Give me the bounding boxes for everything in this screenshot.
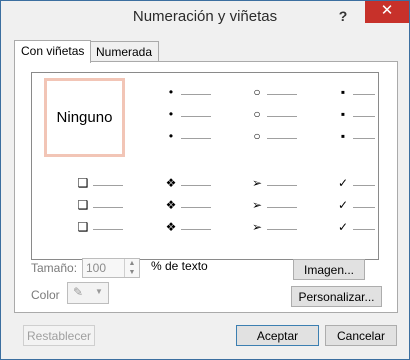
spin-down-icon[interactable]: ▼	[125, 268, 139, 277]
close-button[interactable]: ✕	[365, 1, 409, 23]
square-bullet-icon: ▪	[340, 85, 346, 99]
bullet-line: ○	[250, 85, 300, 100]
bullet-line: ❑	[76, 176, 126, 191]
size-suffix: % de texto	[151, 259, 208, 273]
bullet-line: ❖	[164, 220, 214, 235]
bullet-line: •	[164, 85, 214, 100]
size-label: Tamaño:	[31, 261, 78, 275]
bullet-line: ➢	[250, 198, 300, 213]
checkmark-bullet-icon: ✓	[337, 220, 349, 234]
reset-button[interactable]: Restablecer	[23, 325, 95, 346]
arrowhead-bullet-icon: ➢	[251, 220, 263, 234]
cancel-button[interactable]: Cancelar	[325, 325, 397, 346]
hollow-square-bullet-icon: ❑	[77, 198, 89, 212]
small-dot-bullet-icon: •	[168, 85, 174, 99]
bullet-option-diamond[interactable]: ❖ ❖ ❖	[164, 176, 214, 247]
square-bullet-icon: ▪	[340, 107, 346, 121]
diamond-cluster-bullet-icon: ❖	[165, 176, 177, 190]
accept-button[interactable]: Aceptar	[236, 325, 319, 346]
bullet-option-hollow-square[interactable]: ❑ ❑ ❑	[76, 176, 126, 247]
bullet-line: ○	[250, 129, 300, 144]
bullet-line: •	[164, 129, 214, 144]
bullet-line: ✓	[336, 198, 386, 213]
bullet-line: ▪	[336, 129, 386, 144]
none-label: Ninguno	[56, 109, 113, 126]
tab-bulleted[interactable]: Con viñetas	[14, 40, 92, 63]
bullet-option-square[interactable]: ▪ ▪ ▪	[336, 85, 386, 156]
small-dot-bullet-icon: •	[168, 107, 174, 121]
bullet-line: ❑	[76, 198, 126, 213]
checkmark-bullet-icon: ✓	[337, 176, 349, 190]
small-dot-bullet-icon: •	[168, 129, 174, 143]
spinner-arrows[interactable]: ▲ ▼	[124, 259, 139, 277]
diamond-cluster-bullet-icon: ❖	[165, 198, 177, 212]
bullet-line: ❖	[164, 176, 214, 191]
bullet-line: ▪	[336, 85, 386, 100]
size-value: 100	[86, 261, 107, 275]
tab-numbered[interactable]: Numerada	[89, 41, 160, 62]
bullet-option-dot[interactable]: • • •	[164, 85, 214, 156]
numbering-bullets-dialog: Numeración y viñetas ? ✕ Con viñetas Num…	[0, 0, 410, 360]
bullet-line: ❑	[76, 220, 126, 235]
bullet-line: ➢	[250, 220, 300, 235]
paint-bucket-icon: ✎	[73, 285, 84, 299]
spin-up-icon[interactable]: ▲	[125, 259, 139, 268]
bullet-line: ✓	[336, 220, 386, 235]
bullet-option-hollow-circle[interactable]: ○ ○ ○	[250, 85, 300, 156]
tab-numbered-label: Numerada	[96, 45, 153, 59]
bullet-line: ✓	[336, 176, 386, 191]
bullet-option-none[interactable]: Ninguno	[44, 78, 125, 157]
bullet-line: ➢	[250, 176, 300, 191]
tab-bulleted-label: Con viñetas	[21, 44, 85, 58]
color-picker-button[interactable]: ✎ ▼	[67, 282, 109, 304]
arrowhead-bullet-icon: ➢	[251, 176, 263, 190]
title-bar: Numeración y viñetas ? ✕	[1, 1, 409, 33]
hollow-circle-bullet-icon: ○	[253, 85, 261, 99]
hollow-circle-bullet-icon: ○	[253, 129, 261, 143]
bullet-option-checkmark[interactable]: ✓ ✓ ✓	[336, 176, 386, 247]
size-spinner[interactable]: 100 ▲ ▼	[82, 258, 140, 278]
bullet-option-arrowhead[interactable]: ➢ ➢ ➢	[250, 176, 300, 247]
bullet-line: ○	[250, 107, 300, 122]
checkmark-bullet-icon: ✓	[337, 198, 349, 212]
customize-button[interactable]: Personalizar...	[291, 286, 382, 307]
bullet-gallery: Ninguno • • • ○ ○ ○ ▪ ▪ ▪ ❑ ❑ ❑ ❖ ❖ ❖ ➢ …	[31, 72, 379, 260]
bullet-line: ❖	[164, 198, 214, 213]
color-label: Color	[31, 288, 60, 302]
bullet-line: ▪	[336, 107, 386, 122]
bullet-line: •	[164, 107, 214, 122]
chevron-down-icon: ▼	[95, 287, 103, 296]
hollow-square-bullet-icon: ❑	[77, 220, 89, 234]
hollow-square-bullet-icon: ❑	[77, 176, 89, 190]
hollow-circle-bullet-icon: ○	[253, 107, 261, 121]
help-button[interactable]: ?	[331, 5, 355, 27]
diamond-cluster-bullet-icon: ❖	[165, 220, 177, 234]
arrowhead-bullet-icon: ➢	[251, 198, 263, 212]
square-bullet-icon: ▪	[340, 129, 346, 143]
picture-button[interactable]: Imagen...	[293, 259, 365, 280]
